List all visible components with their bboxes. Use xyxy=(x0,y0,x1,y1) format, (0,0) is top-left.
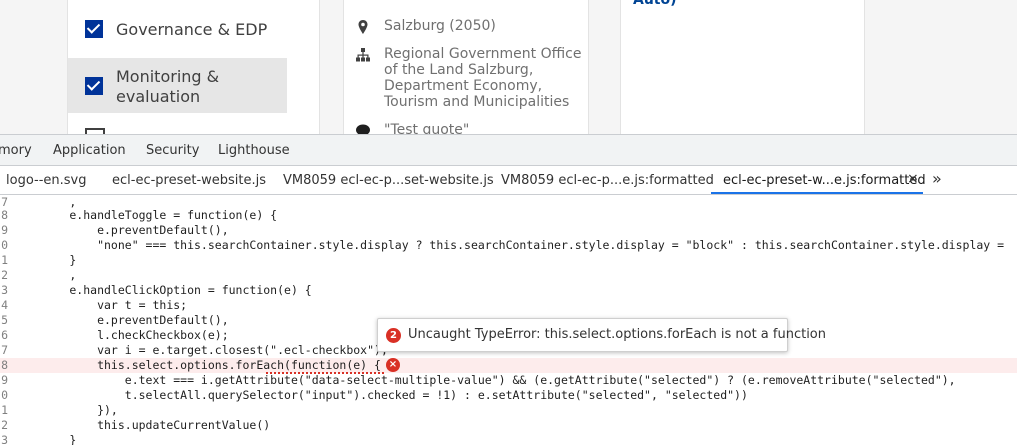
file-tab-preset-website[interactable]: ecl-ec-preset-website.js xyxy=(112,173,266,188)
code-line: 8 e.handleToggle = function(e) { xyxy=(1,208,278,222)
checkbox-checked-icon[interactable] xyxy=(85,77,103,95)
error-message: Uncaught TypeError: this.select.options.… xyxy=(408,327,826,342)
card-location-row: Salzburg (2050) xyxy=(356,18,589,34)
devtools-panel: mory Application Security Lighthouse log… xyxy=(0,134,1017,445)
map-pin-icon xyxy=(358,20,368,34)
close-tab-icon[interactable]: × xyxy=(907,171,919,187)
file-tab-vm8059-website[interactable]: VM8059 ecl-ec-p...set-website.js xyxy=(283,173,494,188)
card-quote: "Test quote" xyxy=(384,122,470,134)
code-line: 4 var t = this; xyxy=(1,298,188,312)
error-x-icon[interactable]: × xyxy=(386,358,400,372)
error-underline xyxy=(266,370,384,374)
project-card: Salzburg (2050) Regional Government Offi… xyxy=(343,0,589,134)
card-organisation-row: Regional Government Office of the Land S… xyxy=(356,46,589,110)
filter-panel: Governance & EDP Monitoring & evaluation xyxy=(67,0,320,134)
checkbox-checked-icon[interactable] xyxy=(85,20,103,38)
error-count-badge: 2 xyxy=(386,328,401,343)
speech-bubble-icon xyxy=(356,124,370,134)
active-tab-indicator xyxy=(711,192,923,194)
card-organisation: Regional Government Office of the Land S… xyxy=(384,46,582,110)
code-line: 0 "none" === this.searchContainer.style.… xyxy=(1,238,1005,252)
more-tabs-icon[interactable]: » xyxy=(932,169,942,188)
tab-application[interactable]: Application xyxy=(53,143,126,158)
page-preview: Governance & EDP Monitoring & evaluation… xyxy=(0,0,1017,134)
code-line: 2 this.updateCurrentValue() xyxy=(1,418,271,432)
tab-memory[interactable]: mory xyxy=(0,143,32,158)
code-line: 9 e.preventDefault(), xyxy=(1,223,229,237)
source-file-tabs: logo--en.svg ecl-ec-preset-website.js VM… xyxy=(0,166,1017,195)
code-line: 2 , xyxy=(1,268,77,282)
tab-lighthouse[interactable]: Lighthouse xyxy=(218,143,290,158)
file-tab-vm8059-formatted[interactable]: VM8059 ecl-ec-p...e.js:formatted xyxy=(501,173,714,188)
code-line: 1 } xyxy=(1,253,77,267)
filter-label: Monitoring & evaluation xyxy=(116,67,220,106)
file-tab-logo-svg[interactable]: logo--en.svg xyxy=(6,173,86,188)
code-line-error: 8 this.select.options.forEach(function(e… xyxy=(0,358,1017,373)
filter-governance-edp[interactable]: Governance & EDP xyxy=(68,20,287,46)
file-tab-preset-formatted[interactable]: ecl-ec-preset-w...e.js:formatted xyxy=(723,173,926,188)
code-line: 3 } xyxy=(1,433,77,445)
filter-monitoring-evaluation[interactable]: Monitoring & evaluation xyxy=(68,58,287,113)
devtools-panel-tabs: mory Application Security Lighthouse xyxy=(0,135,1017,166)
card-partial-text: Auto) xyxy=(633,0,677,8)
error-tooltip: 2 Uncaught TypeError: this.select.option… xyxy=(377,318,826,352)
org-chart-icon xyxy=(356,48,370,62)
filter-label: Governance & EDP xyxy=(116,20,268,39)
code-line: 3 e.handleClickOption = function(e) { xyxy=(1,283,312,297)
card-location: Salzburg (2050) xyxy=(384,18,496,34)
code-line: 1 }), xyxy=(1,403,118,417)
secondary-card: Auto) xyxy=(620,0,865,134)
code-line: 0 t.selectAll.querySelector("input").che… xyxy=(1,388,748,402)
tab-security[interactable]: Security xyxy=(146,143,199,158)
card-quote-row: "Test quote" xyxy=(356,122,589,134)
code-line: 9 e.text === i.getAttribute("data-select… xyxy=(1,373,956,387)
